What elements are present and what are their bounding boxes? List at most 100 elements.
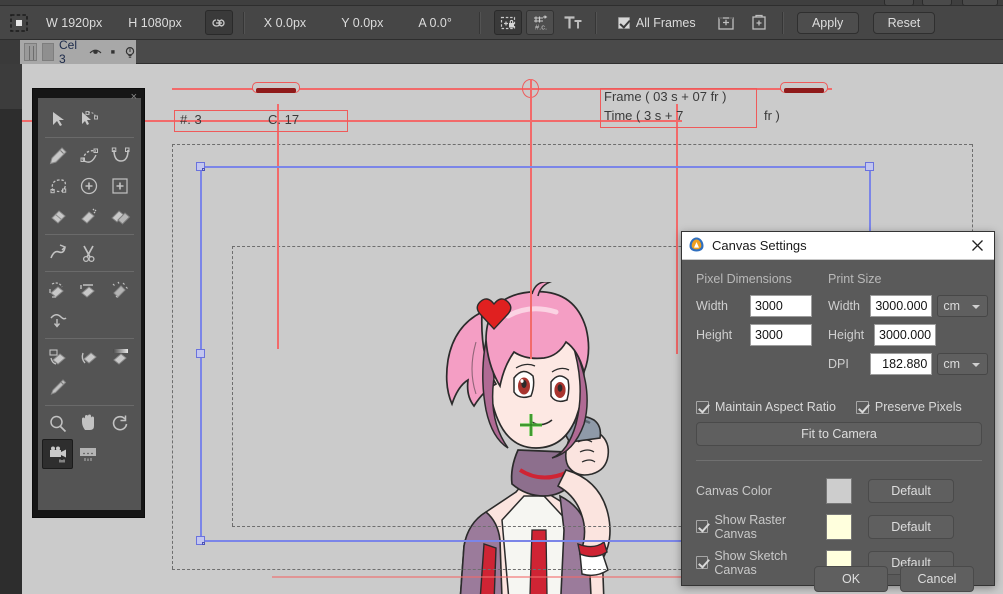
selection-handle-ml[interactable] [196,349,205,358]
tool-row [42,342,137,372]
annot-time-text: Time ( 3 s + 7 [604,108,684,123]
preserve-pixels-checkbox[interactable]: Preserve Pixels [855,400,962,414]
maintain-aspect-checkbox[interactable]: Maintain Aspect Ratio [696,400,836,414]
flip-vertical-icon[interactable] [42,305,73,335]
selection-top-edge[interactable] [200,166,870,168]
copy-frame-icon[interactable] [714,11,740,35]
rotate-view-icon[interactable] [104,409,135,439]
print-height-label: Height [828,328,865,342]
transform-bbox-icon[interactable] [6,11,32,35]
bucket-select-icon[interactable] [42,342,73,372]
all-frames-check-glyph [617,16,630,29]
fit-to-camera-button[interactable]: Fit to Camera [696,422,982,446]
bucket-gradient-icon[interactable] [104,342,135,372]
show-raster-checkbox[interactable]: Show Raster Canvas [696,513,826,541]
add-point-square-icon[interactable] [104,171,135,201]
canvas-color-default-button[interactable]: Default [868,479,954,503]
dot-marker-icon[interactable] [107,45,119,59]
scissors-cut-icon[interactable] [73,238,104,268]
eyedropper-icon[interactable] [42,372,73,402]
paste-frame-icon[interactable] [746,11,772,35]
dpi-unit-select[interactable]: cm [937,353,988,375]
hand-pan-icon[interactable] [73,409,104,439]
paint-line-icon[interactable] [73,275,104,305]
dpi-input[interactable] [870,353,933,375]
canvas-color-swatch[interactable] [826,478,852,504]
print-width-unit-select[interactable]: cm [937,295,988,317]
snap-grid-icon[interactable]: #.c. [525,10,554,35]
print-width-input[interactable] [870,295,933,317]
cel-bar: Cel 3 [0,38,1003,66]
left-rail-top [0,64,22,109]
print-height-input[interactable] [874,324,936,346]
lasso-path-icon[interactable] [42,171,73,201]
close-icon[interactable] [966,235,988,257]
path-node-select-icon[interactable] [73,104,104,134]
print-height-row: Height [828,324,988,346]
print-size-label: Print Size [828,272,882,286]
all-frames-checkbox[interactable]: All Frames [610,16,704,30]
arrow-select-icon[interactable] [42,104,73,134]
arc-path-icon[interactable] [104,141,135,171]
pixel-width-input[interactable] [750,295,812,317]
annot-vline-center [530,79,532,359]
lightbulb-onion-icon[interactable] [124,45,136,59]
paint-sparkle-icon[interactable] [104,275,135,305]
pixel-dimensions-label: Pixel Dimensions [696,272,792,286]
camera-tool-icon[interactable] [42,439,73,469]
zoom-magnifier-icon[interactable] [42,409,73,439]
eye-visibility-icon[interactable] [89,45,102,59]
left-rail [0,64,22,594]
dialog-title-bar[interactable]: Canvas Settings [682,232,994,260]
cel-name-label: Cel 3 [59,38,78,66]
add-point-circle-icon[interactable] [73,171,104,201]
position-y-label[interactable]: Y 0.0px [341,16,383,30]
paint-dashed-icon[interactable] [42,275,73,305]
raster-color-swatch[interactable] [826,513,852,540]
eraser-icon[interactable] [42,201,73,231]
table-view-icon[interactable] [73,439,104,469]
ok-button[interactable]: OK [814,566,888,592]
tool-row [42,372,137,402]
curve-path-icon[interactable] [73,141,104,171]
deform-arrow-icon[interactable] [42,238,73,268]
lock-transform-icon[interactable] [493,10,522,35]
link-chain-icon[interactable] [204,10,233,35]
pixel-height-input[interactable] [750,324,812,346]
show-sketch-checkbox[interactable]: Show Sketch Canvas [696,549,826,577]
pixel-height-row: Height [696,324,826,346]
svg-text:#.c.: #.c. [535,22,547,31]
selection-handle-tr[interactable] [865,162,874,171]
angle-label[interactable]: A 0.0° [418,16,452,30]
tool-row [42,275,137,305]
apply-button[interactable]: Apply [796,11,859,34]
tool-row [42,409,137,439]
annot-cut-number: C. 17 [268,112,300,127]
text-tool-icon[interactable] [560,11,586,35]
reset-button[interactable]: Reset [872,11,936,34]
annot-fr-text: fr ) [764,108,780,123]
tool-row [42,305,137,335]
dpi-unit-value: cm [943,357,961,371]
position-x-label[interactable]: X 0.0px [264,16,306,30]
bucket-fill-icon[interactable] [73,342,104,372]
canvas-width-label: W 1920px [46,15,103,30]
print-size-group: Print Size Width cm Height DPI [828,272,988,382]
app-root: W 1920px H 1080px X 0.0px Y 0.0px A 0.0° [0,0,1003,594]
cel-tab[interactable]: Cel 3 [20,38,136,66]
eraser-double-icon[interactable] [104,201,135,231]
tool-row [42,238,137,268]
chevron-down-icon [972,305,980,309]
close-icon[interactable]: × [131,91,137,103]
canvas-height-label: H 1080px [128,15,182,30]
preserve-pixels-check-glyph [855,400,869,414]
show-sketch-check-glyph [696,556,709,569]
raster-default-button[interactable]: Default [868,514,954,539]
tool-palette: × [32,88,145,518]
annot-frame-text: Frame ( 03 s + 07 fr ) [604,89,727,104]
pencil-icon[interactable] [42,141,73,171]
cancel-button[interactable]: Cancel [900,566,974,592]
tool-palette-body [38,98,141,510]
eraser-sparkle-icon[interactable] [73,201,104,231]
dialog-title: Canvas Settings [712,238,807,253]
